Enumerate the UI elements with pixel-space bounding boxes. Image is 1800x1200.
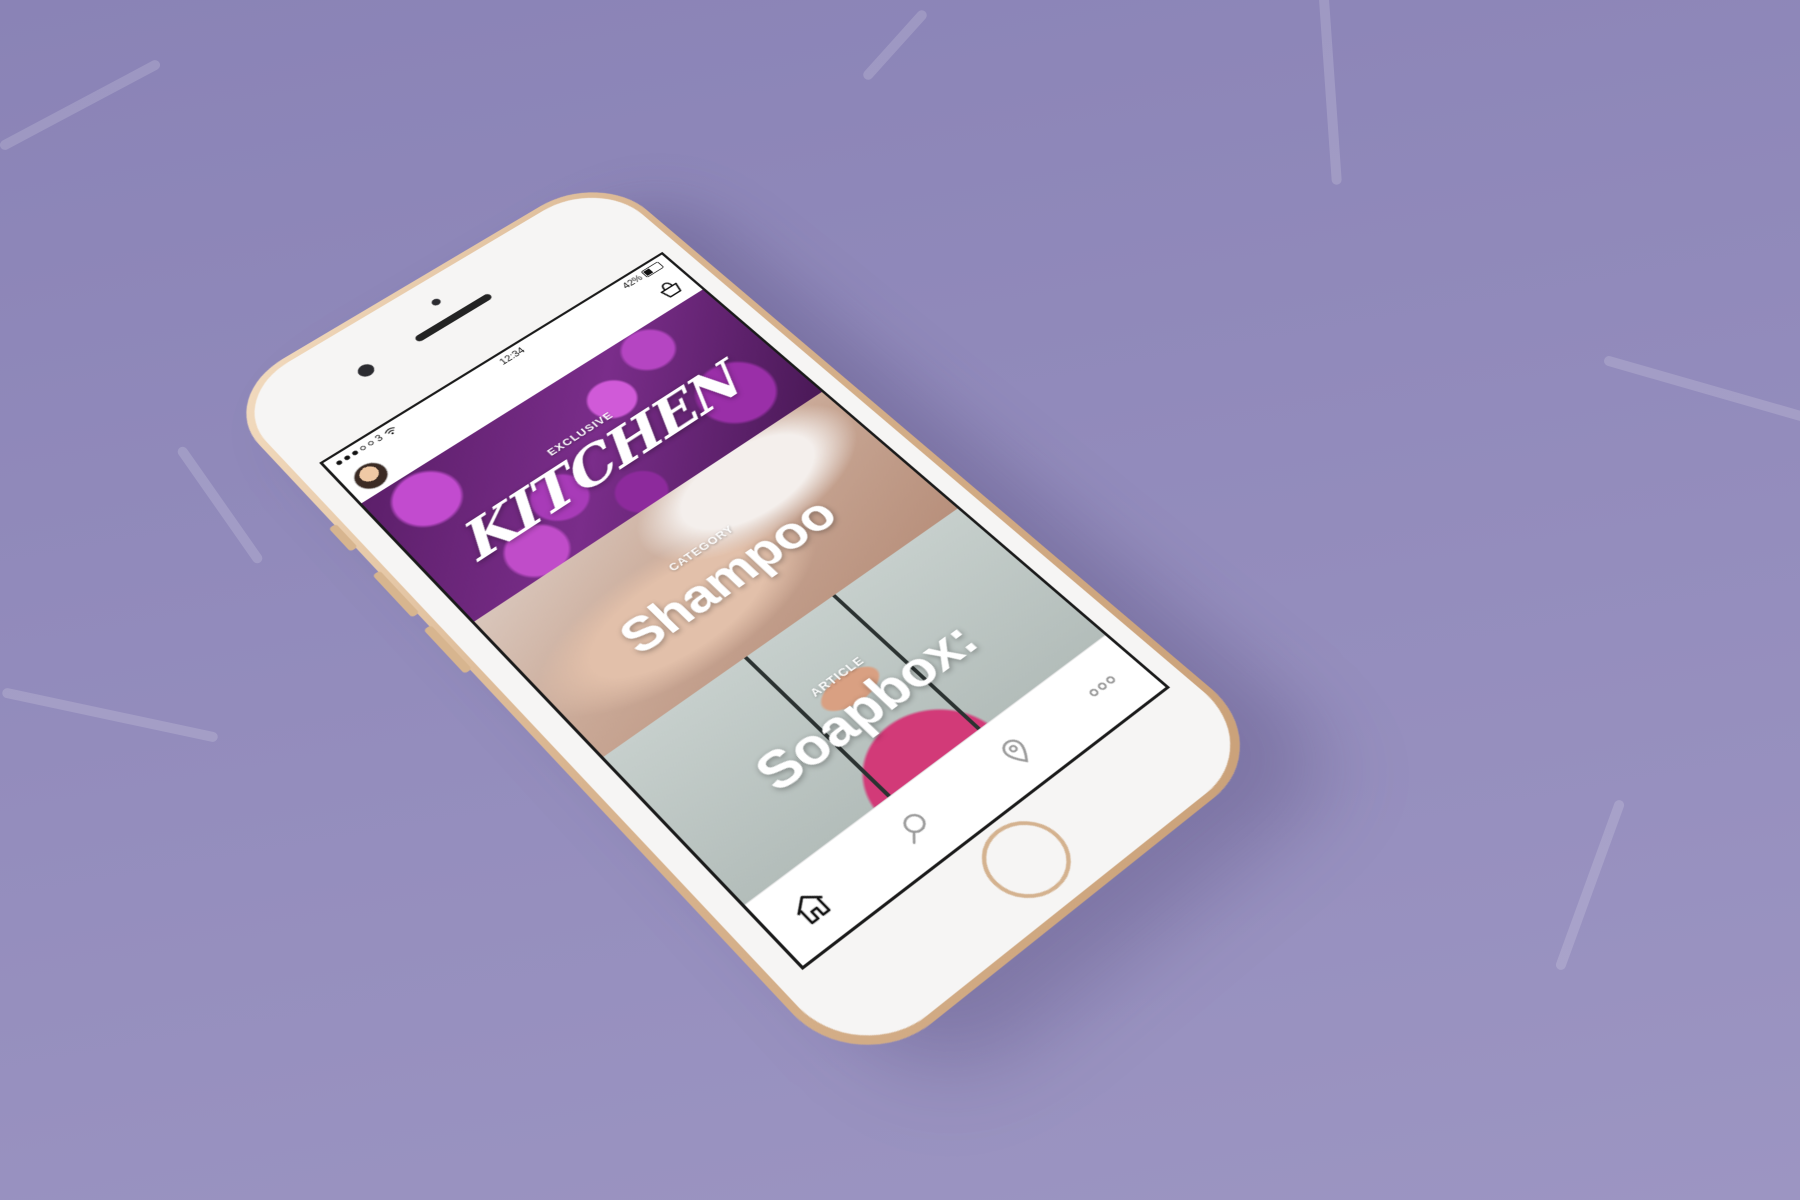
more-icon[interactable] xyxy=(1074,663,1131,709)
signal-dot xyxy=(343,455,351,461)
decor-streak xyxy=(861,8,929,82)
signal-dot xyxy=(351,450,359,456)
signal-dot xyxy=(359,445,367,451)
carrier-name: 3 xyxy=(373,433,386,444)
decor-streak xyxy=(1603,355,1800,425)
basket-icon[interactable] xyxy=(653,276,688,301)
home-icon[interactable] xyxy=(781,881,841,933)
decor-streak xyxy=(0,58,162,151)
decor-streak xyxy=(1318,0,1342,185)
signal-dot xyxy=(367,440,375,446)
search-icon[interactable] xyxy=(886,803,945,853)
map-pin-icon[interactable] xyxy=(987,728,1045,776)
decor-streak xyxy=(1,687,218,743)
battery-level xyxy=(643,268,653,275)
mockup-scene: 3 12:34 42% EXCLUSIVE KITCHEN CATEGORY S… xyxy=(0,0,1800,1200)
decor-streak xyxy=(1555,799,1626,972)
signal-dot xyxy=(335,460,343,466)
decor-streak xyxy=(176,445,264,565)
phone-mockup: 3 12:34 42% EXCLUSIVE KITCHEN CATEGORY S… xyxy=(216,171,1279,1083)
